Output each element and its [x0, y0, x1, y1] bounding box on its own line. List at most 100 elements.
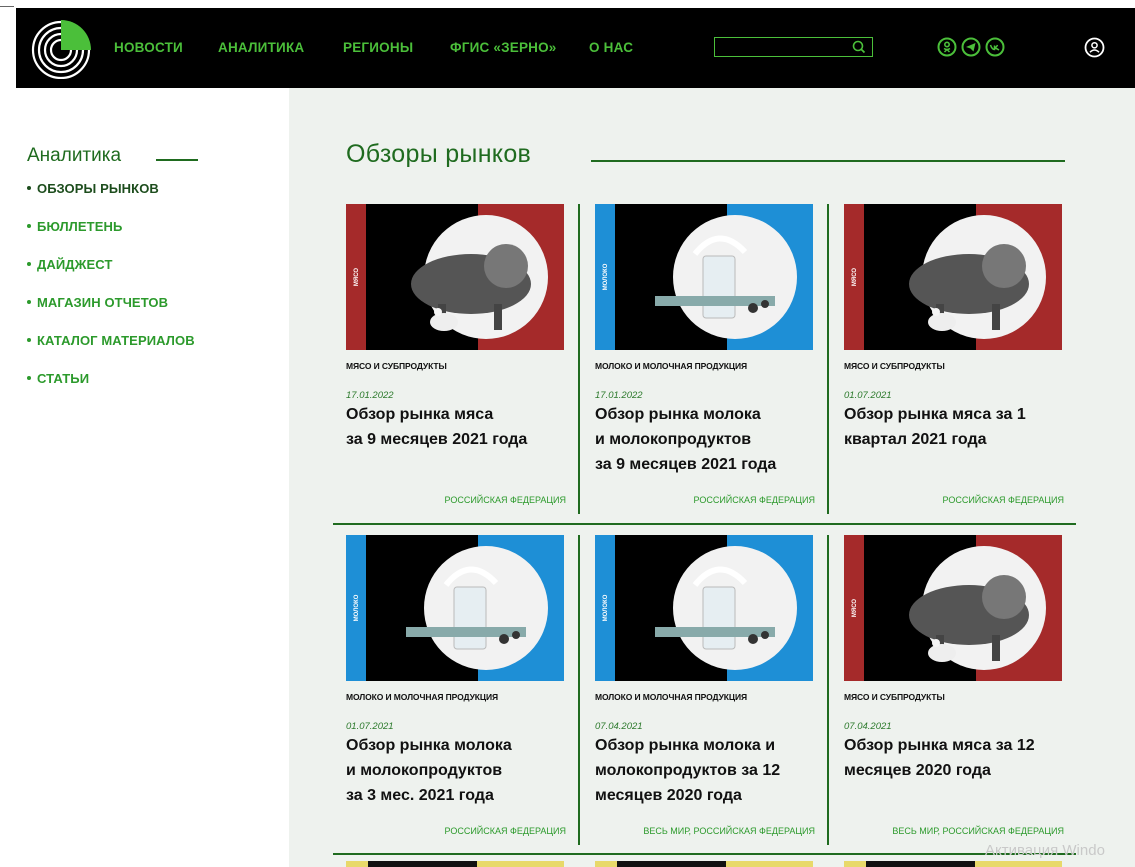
card-category: МЯСО И СУБПРОДУКТЫ	[844, 692, 945, 702]
search-input[interactable]	[714, 37, 873, 57]
telegram-icon[interactable]	[961, 37, 981, 57]
bullet-dot	[27, 376, 31, 380]
card-date: 01.07.2021	[346, 721, 394, 732]
card-category: МОЛОКО И МОЛОЧНАЯ ПРОДУКЦИЯ	[595, 361, 747, 371]
column-separator	[578, 204, 580, 514]
report-card[interactable]: МОЛОКО МОЛОКО И МОЛОЧНАЯ ПРОДУКЦИЯ 07.04.2…	[595, 535, 815, 845]
card-title[interactable]: Обзор рынка молока и молокопродуктов за 1…	[595, 733, 817, 808]
card-title[interactable]: Обзор рынка мяса за 9 месяцев 2021 года	[346, 402, 568, 452]
card-region-tag[interactable]: РОССИЙСКАЯ ФЕДЕРАЦИЯ	[445, 826, 566, 836]
report-card[interactable]: МОЛОКО МОЛОКО И МОЛОЧНАЯ ПРОДУКЦИЯ 17.01.2…	[595, 204, 815, 514]
card-date: 01.07.2021	[844, 390, 892, 401]
sidebar-item-label: КАТАЛОГ МАТЕРИАЛОВ	[37, 333, 195, 348]
sidebar-item-materials-catalog[interactable]: КАТАЛОГ МАТЕРИАЛОВ	[27, 333, 195, 348]
column-separator	[827, 204, 829, 514]
card-category: МОЛОКО И МОЛОЧНАЯ ПРОДУКЦИЯ	[346, 692, 498, 702]
row-separator	[333, 523, 1076, 525]
top-navigation-bar: НОВОСТИ АНАЛИТИКА РЕГИОНЫ ФГИС «ЗЕРНО» О…	[16, 8, 1135, 88]
card-title-line: Обзор рынка молока и	[595, 737, 776, 754]
report-cover-image[interactable]: МОЛОКО	[595, 204, 813, 350]
os-activation-watermark: Активация Windo	[985, 842, 1105, 859]
sidebar-item-label: СТАТЬИ	[37, 371, 90, 386]
bullet-dot	[27, 186, 31, 190]
card-region-tag[interactable]: РОССИЙСКАЯ ФЕДЕРАЦИЯ	[943, 495, 1064, 505]
site-logo[interactable]	[30, 17, 92, 79]
next-row-card-preview	[346, 861, 564, 867]
sidebar-item-report-store[interactable]: МАГАЗИН ОТЧЕТОВ	[27, 295, 168, 310]
card-title-line: за 9 месяцев 2021 года	[346, 431, 528, 448]
page-title: Обзоры рынков	[346, 140, 532, 168]
search-icon[interactable]	[851, 39, 867, 55]
cover-category-label: МЯСО	[852, 268, 858, 286]
report-cover-image[interactable]: МЯСО	[346, 204, 564, 350]
next-row-card-preview	[595, 861, 813, 867]
card-category: МОЛОКО И МОЛОЧНАЯ ПРОДУКЦИЯ	[595, 692, 747, 702]
card-title-line: и молокопродуктов	[595, 431, 752, 448]
card-title[interactable]: Обзор рынка мяса за 1 квартал 2021 года	[844, 402, 1066, 452]
cover-category-label: МЯСО	[852, 599, 858, 617]
card-region-tag[interactable]: РОССИЙСКАЯ ФЕДЕРАЦИЯ	[445, 495, 566, 505]
card-title-line: месяцев 2020 года	[595, 787, 742, 804]
report-cover-image[interactable]: МОЛОКО	[346, 535, 564, 681]
card-region-tag[interactable]: ВЕСЬ МИР, РОССИЙСКАЯ ФЕДЕРАЦИЯ	[643, 826, 815, 836]
column-separator	[827, 535, 829, 845]
sidebar-item-articles[interactable]: СТАТЬИ	[27, 371, 89, 386]
user-account-icon[interactable]	[1084, 37, 1105, 58]
card-title[interactable]: Обзор рынка молока и молокопродуктов за 9 …	[595, 402, 817, 477]
card-title-line: и молокопродуктов	[346, 762, 503, 779]
sidebar-item-label: ОБЗОРЫ РЫНКОВ	[37, 181, 159, 196]
nav-fgis-zerno[interactable]: ФГИС «ЗЕРНО»	[450, 40, 557, 55]
sidebar-item-digest[interactable]: ДАЙДЖЕСТ	[27, 257, 112, 272]
nav-analytics[interactable]: АНАЛИТИКА	[218, 40, 304, 55]
sidebar-item-market-reviews[interactable]: ОБЗОРЫ РЫНКОВ	[27, 181, 159, 196]
card-region-tag[interactable]: РОССИЙСКАЯ ФЕДЕРАЦИЯ	[694, 495, 815, 505]
card-title-line: Обзор рынка молока	[346, 737, 512, 754]
cover-category-label: МОЛОКО	[603, 594, 609, 621]
bullet-dot	[27, 224, 31, 228]
sidebar-item-label: БЮЛЛЕТЕНЬ	[37, 219, 123, 234]
row-separator	[333, 853, 1076, 855]
cover-category-label: МЯСО	[354, 268, 360, 286]
sidebar-item-label: МАГАЗИН ОТЧЕТОВ	[37, 295, 169, 310]
card-title-line: молокопродуктов за 12	[595, 762, 781, 779]
sidebar-title-underline	[156, 159, 198, 161]
cover-category-label: МОЛОКО	[354, 594, 360, 621]
next-row-card-preview	[844, 861, 1062, 867]
card-title-line: Обзор рынка мяса	[346, 406, 494, 423]
card-date: 17.01.2022	[595, 390, 643, 401]
card-category: МЯСО И СУБПРОДУКТЫ	[844, 361, 945, 371]
report-card[interactable]: МЯСО МЯСО И СУБПРОДУКТЫ 01.07.2021 Обзор ры…	[844, 204, 1064, 514]
sidebar-item-label: ДАЙДЖЕСТ	[37, 257, 113, 272]
card-region-tag[interactable]: ВЕСЬ МИР, РОССИЙСКАЯ ФЕДЕРАЦИЯ	[892, 826, 1064, 836]
vk-icon[interactable]	[985, 37, 1005, 57]
card-title[interactable]: Обзор рынка мяса за 12 месяцев 2020 года	[844, 733, 1066, 783]
bullet-dot	[27, 300, 31, 304]
cover-category-label: МОЛОКО	[603, 263, 609, 290]
nav-regions[interactable]: РЕГИОНЫ	[343, 40, 413, 55]
report-cover-image[interactable]: МОЛОКО	[595, 535, 813, 681]
report-card[interactable]: МЯСО МЯСО И СУБПРОДУКТЫ 17.01.2022 Обзор ры…	[346, 204, 566, 514]
card-title-line: Обзор рынка мяса за 12	[844, 737, 1035, 754]
page-title-underline	[591, 160, 1065, 162]
report-cover-image[interactable]: МЯСО	[844, 204, 1062, 350]
card-title-line: квартал 2021 года	[844, 431, 987, 448]
card-date: 07.04.2021	[595, 721, 643, 732]
report-card[interactable]: МОЛОКО МОЛОКО И МОЛОЧНАЯ ПРОДУКЦИЯ 01.07.2…	[346, 535, 566, 845]
card-title-line: за 3 мес. 2021 года	[346, 787, 494, 804]
column-separator	[578, 535, 580, 845]
sidebar-item-bulletin[interactable]: БЮЛЛЕТЕНЬ	[27, 219, 122, 234]
card-date: 07.04.2021	[844, 721, 892, 732]
card-title[interactable]: Обзор рынка молока и молокопродуктов за 3 …	[346, 733, 568, 808]
card-title-line: Обзор рынка молока	[595, 406, 761, 423]
card-category: МЯСО И СУБПРОДУКТЫ	[346, 361, 447, 371]
nav-about[interactable]: О НАС	[589, 40, 633, 55]
report-card[interactable]: МЯСО МЯСО И СУБПРОДУКТЫ 07.04.2021 Обзор ры…	[844, 535, 1064, 845]
card-title-line: Обзор рынка мяса за 1	[844, 406, 1026, 423]
bullet-dot	[27, 338, 31, 342]
report-cover-image[interactable]: МЯСО	[844, 535, 1062, 681]
nav-news[interactable]: НОВОСТИ	[114, 40, 183, 55]
odnoklassniki-icon[interactable]	[937, 37, 957, 57]
window-edge-mark	[0, 6, 14, 7]
card-date: 17.01.2022	[346, 390, 394, 401]
card-title-line: месяцев 2020 года	[844, 762, 991, 779]
